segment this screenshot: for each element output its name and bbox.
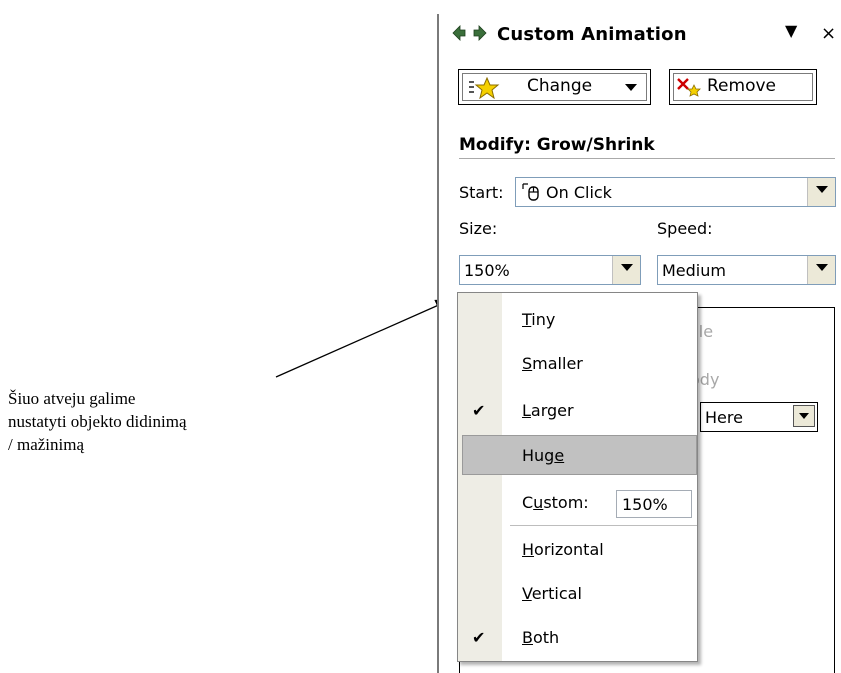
speed-label: Speed: (657, 219, 713, 238)
menu-item-custom-label: Custom: (522, 493, 589, 512)
remove-button[interactable]: Remove (669, 69, 817, 105)
menu-item-both-label: Both (522, 628, 560, 647)
start-dropdown[interactable]: On Click (515, 177, 836, 207)
close-icon[interactable]: × (821, 23, 836, 44)
custom-size-input[interactable]: 150% (616, 490, 692, 518)
menu-item-horizontal[interactable]: Horizontal (458, 530, 697, 570)
menu-item-vertical[interactable]: Vertical (458, 574, 697, 614)
star-effect-icon (469, 77, 500, 99)
menu-item-vertical-label: Vertical (522, 584, 582, 603)
list-item-dropdown-value: Here (705, 408, 743, 427)
back-arrow-icon[interactable] (452, 24, 466, 42)
modify-title: Modify: Grow/Shrink (459, 135, 655, 155)
start-value: On Click (546, 183, 612, 202)
menu-item-tiny[interactable]: Tiny (458, 300, 697, 340)
start-label: Start: (459, 183, 504, 202)
remove-icon (677, 78, 701, 97)
annotation-line-3: / mažinimą (8, 435, 85, 454)
forward-arrow-icon[interactable] (473, 24, 487, 42)
annotation-line-2: nustatyti objekto didinimą (8, 412, 187, 431)
change-button-label: Change (527, 76, 593, 96)
change-button[interactable]: Change (458, 69, 651, 105)
pane-border (437, 14, 439, 673)
menu-item-smaller-label: Smaller (522, 354, 583, 373)
checkmark-icon: ✔ (472, 628, 486, 647)
menu-item-smaller[interactable]: Smaller (458, 344, 697, 384)
list-item-chevron-icon[interactable] (793, 405, 815, 427)
menu-item-tiny-label: Tiny (522, 310, 556, 329)
size-dropdown[interactable]: 150% (459, 255, 641, 285)
menu-item-huge-label: Huge (522, 446, 565, 465)
chevron-down-icon (625, 84, 637, 91)
menu-item-horizontal-label: Horizontal (522, 540, 604, 559)
size-menu: Tiny Smaller ✔ Larger Huge Custom: 150% … (457, 292, 698, 662)
speed-value: Medium (662, 261, 726, 280)
size-label: Size: (459, 219, 498, 238)
menu-item-larger-label: Larger (522, 401, 574, 420)
list-item-dropdown[interactable]: Here (700, 402, 818, 432)
menu-separator (510, 525, 697, 526)
menu-item-custom[interactable]: Custom: 150% (458, 483, 697, 523)
mouse-click-icon (522, 183, 539, 201)
size-value: 150% (464, 261, 510, 280)
start-dropdown-chevron-icon[interactable] (807, 178, 835, 206)
menu-item-both[interactable]: ✔ Both (458, 618, 697, 658)
size-dropdown-chevron-icon[interactable] (612, 256, 640, 284)
pane-title: Custom Animation (497, 24, 687, 45)
menu-item-huge[interactable]: Huge (462, 435, 697, 475)
menu-item-larger[interactable]: ✔ Larger (458, 391, 697, 431)
annotation-line-1: Šiuo atveju galime (8, 389, 136, 408)
pane-titlebar: Custom Animation ▼ × (439, 14, 841, 54)
annotation-text: Šiuo atveju galime nustatyti objekto did… (8, 387, 308, 456)
speed-dropdown[interactable]: Medium (657, 255, 836, 285)
speed-dropdown-chevron-icon[interactable] (807, 256, 835, 284)
section-divider-highlight (459, 159, 835, 160)
pane-menu-chevron-icon[interactable]: ▼ (785, 21, 797, 40)
remove-button-label: Remove (707, 76, 776, 96)
checkmark-icon: ✔ (472, 401, 486, 420)
